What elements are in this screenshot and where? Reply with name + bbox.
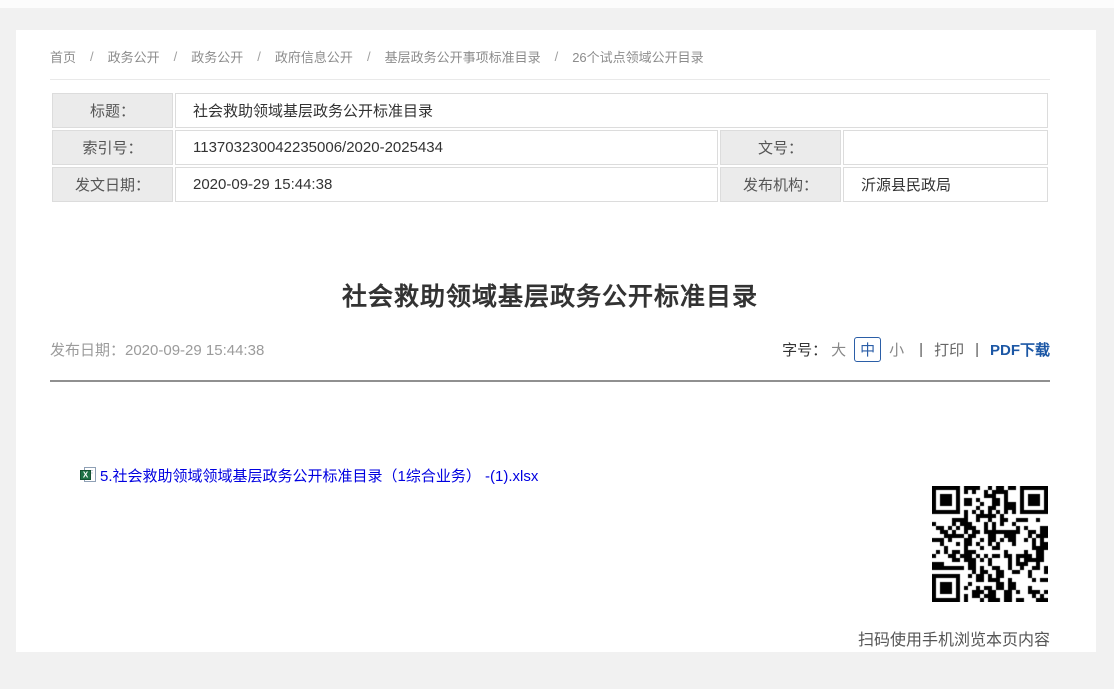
print-button[interactable]: 打印 <box>934 339 964 360</box>
attachment-link[interactable]: 5.社会救助领域领域基层政务公开标准目录（1综合业务） -(1).xlsx <box>100 465 538 486</box>
table-row: 发文日期： 2020-09-29 15:44:38 发布机构： 沂源县民政局 <box>52 167 1048 202</box>
font-size-label: 字号： <box>782 339 827 360</box>
table-row: 索引号： 113703230042235006/2020-2025434 文号： <box>52 130 1048 165</box>
article-toolbar: 字号： 大 中 小 | 打印 | PDF下载 <box>782 337 1050 362</box>
publish-date: 发布日期：2020-09-29 15:44:38 <box>50 339 264 360</box>
page-top-strip <box>0 0 1114 8</box>
breadcrumb-separator: / <box>90 49 94 64</box>
issue-date-value: 2020-09-29 15:44:38 <box>175 167 718 202</box>
font-size-small-button[interactable]: 小 <box>889 339 904 360</box>
breadcrumb-separator: / <box>555 49 559 64</box>
excel-file-icon: X <box>80 467 96 483</box>
breadcrumb-item-zhengwu-2[interactable]: 政务公开 <box>191 47 243 66</box>
document-meta-table: 标题： 社会救助领域基层政务公开标准目录 索引号： 11370323004223… <box>50 91 1050 204</box>
svg-text:X: X <box>83 471 89 480</box>
qr-caption: 扫码使用手机浏览本页内容 <box>858 626 1050 650</box>
font-size-medium-button[interactable]: 中 <box>854 337 881 362</box>
breadcrumb-item-pilot-catalog[interactable]: 26个试点领域公开目录 <box>572 47 703 66</box>
table-row: 标题： 社会救助领域基层政务公开标准目录 <box>52 93 1048 128</box>
breadcrumb-item-zhengwu-1[interactable]: 政务公开 <box>108 47 160 66</box>
content-card: 首页 / 政务公开 / 政务公开 / 政府信息公开 / 基层政务公开事项标准目录… <box>16 30 1096 652</box>
toolbar-divider: | <box>919 341 923 358</box>
title-value: 社会救助领域基层政务公开标准目录 <box>175 93 1048 128</box>
attachment-row: X 5.社会救助领域领域基层政务公开标准目录（1综合业务） -(1).xlsx <box>80 466 1050 484</box>
breadcrumb-item-gov-info[interactable]: 政府信息公开 <box>275 47 353 66</box>
qr-section: 扫码使用手机浏览本页内容 <box>50 486 1050 650</box>
breadcrumb-item-standard-catalog[interactable]: 基层政务公开事项标准目录 <box>385 47 541 66</box>
index-number-value: 113703230042235006/2020-2025434 <box>175 130 718 165</box>
qr-code <box>932 486 1048 602</box>
breadcrumb-separator: / <box>174 49 178 64</box>
doc-number-label: 文号： <box>720 130 841 165</box>
issuing-agency-label: 发布机构： <box>720 167 841 202</box>
pdf-download-button[interactable]: PDF下载 <box>990 339 1050 360</box>
breadcrumb-separator: / <box>257 49 261 64</box>
breadcrumb-item-home[interactable]: 首页 <box>50 47 76 66</box>
toolbar-divider: | <box>975 341 979 358</box>
title-label: 标题： <box>52 93 173 128</box>
issuing-agency-value: 沂源县民政局 <box>843 167 1048 202</box>
article-meta-row: 发布日期：2020-09-29 15:44:38 字号： 大 中 小 | 打印 … <box>50 337 1050 382</box>
font-size-large-button[interactable]: 大 <box>831 339 846 360</box>
issue-date-label: 发文日期： <box>52 167 173 202</box>
breadcrumb-separator: / <box>367 49 371 64</box>
doc-number-value <box>843 130 1048 165</box>
breadcrumb: 首页 / 政务公开 / 政务公开 / 政府信息公开 / 基层政务公开事项标准目录… <box>50 30 1050 80</box>
page-title: 社会救助领域基层政务公开标准目录 <box>50 282 1050 313</box>
index-number-label: 索引号： <box>52 130 173 165</box>
